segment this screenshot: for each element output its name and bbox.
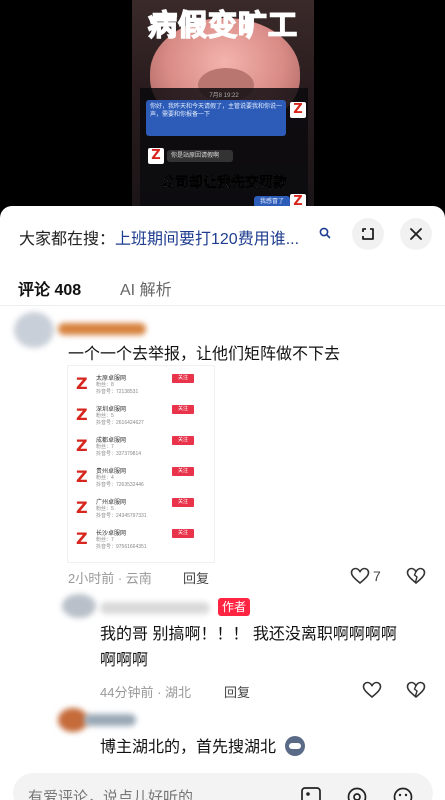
- image-icon[interactable]: [300, 786, 322, 800]
- z-logo-icon: Z: [76, 498, 88, 517]
- emoji-sticker-icon: [285, 736, 305, 756]
- username-blurred[interactable]: [58, 323, 146, 335]
- video-title: 病假变旷工: [147, 9, 298, 43]
- comment-meta: 2小时前 · 云南: [68, 571, 152, 586]
- dislike-heart-icon[interactable]: [406, 567, 426, 585]
- z-logo-icon: Z: [76, 374, 88, 393]
- account-fans: 粉丝：7: [96, 444, 114, 450]
- list-item: Z 成都卓服网 粉丝：7 抖音号：337379814 关注: [68, 432, 214, 462]
- dislike-heart-icon[interactable]: [406, 681, 426, 699]
- account-fans: 粉丝：5: [96, 506, 114, 512]
- z-logo-icon: Z: [148, 148, 164, 164]
- account-fans: 粉丝：5: [96, 413, 114, 419]
- comment-text: 博主湖北的，首先搜湖北: [100, 739, 277, 756]
- username-blurred[interactable]: [84, 714, 136, 726]
- account-fans: 粉丝：4: [96, 475, 114, 481]
- heart-icon[interactable]: [350, 567, 370, 585]
- account-fans: 粉丝：8: [96, 382, 114, 388]
- z-logo-icon: Z: [290, 102, 306, 118]
- follow-tag: 关注: [172, 467, 194, 476]
- search-query-link[interactable]: 上班期间要打120费用谁...: [115, 225, 299, 249]
- chat-bubble-sent: 你好，我昨天和今天请假了，主管说要我和你说一声，需要和你报备一下: [146, 100, 286, 136]
- z-logo-icon: Z: [76, 436, 88, 455]
- video-player[interactable]: 病假变旷工 7月8 19:22 你好，我昨天和今天请假了，主管说要我和你说一声，…: [0, 0, 445, 215]
- comment-text: 我的哥 别搞啊！！！ 我还没离职啊啊啊啊: [100, 626, 397, 643]
- expand-icon: [362, 228, 374, 240]
- search-prefix: 大家都在搜：: [19, 231, 116, 248]
- account-id: 抖音号：7263532446: [96, 482, 144, 488]
- reply-button[interactable]: 回复: [224, 682, 250, 701]
- video-caption: 公司却让我先交罚款: [161, 174, 288, 191]
- z-logo-icon: Z: [76, 467, 88, 486]
- list-item: Z 太原卓服网 粉丝：8 抖音号：72138531 关注: [68, 370, 214, 400]
- follow-tag: 关注: [172, 374, 194, 383]
- z-logo-icon: Z: [76, 529, 88, 548]
- avatar[interactable]: [14, 312, 54, 348]
- list-item: Z 贵州卓服网 粉丝：4 抖音号：7263532446 关注: [68, 463, 214, 493]
- account-id: 抖音号：72138531: [96, 389, 139, 395]
- follow-tag: 关注: [172, 498, 194, 507]
- expand-button[interactable]: [352, 218, 384, 250]
- close-button[interactable]: [400, 218, 432, 250]
- at-mention-icon[interactable]: [346, 786, 368, 800]
- comment-text-continued: 啊啊啊: [100, 652, 149, 669]
- author-badge: 作者: [218, 598, 250, 616]
- heart-icon[interactable]: [362, 681, 382, 699]
- comment-image[interactable]: Z 太原卓服网 粉丝：8 抖音号：72138531 关注 Z 深圳卓服网 粉丝：…: [68, 366, 214, 562]
- chat-bubble-received: 你是站原因请假啊: [167, 150, 233, 162]
- account-id: 抖音号：337379814: [96, 451, 142, 457]
- comment-input-placeholder: 有爱评论，说点儿好听的: [28, 789, 194, 800]
- avatar[interactable]: [62, 594, 96, 618]
- chat-time: 7月8 19:22: [209, 93, 239, 99]
- tab-comments[interactable]: 评论 408: [18, 276, 81, 300]
- comment-meta: 44分钟前 · 湖北: [100, 685, 192, 700]
- account-fans: 粉丝：7: [96, 537, 114, 543]
- account-id: 抖音号：97561664351: [96, 544, 147, 550]
- chat-screenshot: 7月8 19:22 你好，我昨天和今天请假了，主管说要我和你说一声，需要和你报备…: [140, 88, 308, 215]
- follow-tag: 关注: [172, 529, 194, 538]
- account-id: 抖音号：24345797331: [96, 513, 147, 519]
- comment-text: 一个一个去举报，让他们矩阵做不下去: [68, 346, 341, 363]
- tab-bar: 评论 408 AI 解析: [0, 268, 445, 306]
- z-logo-icon: Z: [76, 405, 88, 424]
- username-blurred[interactable]: [100, 602, 210, 614]
- account-id: 抖音号：2616424627: [96, 420, 144, 426]
- list-item: Z 深圳卓服网 粉丝：5 抖音号：2616424627 关注: [68, 401, 214, 431]
- tab-ai-analysis[interactable]: AI 解析: [120, 276, 172, 300]
- search-suggestion[interactable]: 大家都在搜： 上班期间要打120费用谁...: [0, 206, 445, 258]
- search-icon: [319, 227, 331, 239]
- follow-tag: 关注: [172, 436, 194, 445]
- like-count: 7: [373, 568, 381, 584]
- emoji-icon[interactable]: [392, 786, 414, 800]
- video-frame: 病假变旷工 7月8 19:22 你好，我昨天和今天请假了，主管说要我和你说一声，…: [132, 0, 314, 215]
- list-item: Z 长沙卓服网 粉丝：7 抖音号：97561664351 关注: [68, 525, 214, 555]
- reply-button[interactable]: 回复: [183, 568, 209, 587]
- close-icon: [410, 228, 422, 240]
- follow-tag: 关注: [172, 405, 194, 414]
- list-item: Z 广州卓服网 粉丝：5 抖音号：24345797331 关注: [68, 494, 214, 524]
